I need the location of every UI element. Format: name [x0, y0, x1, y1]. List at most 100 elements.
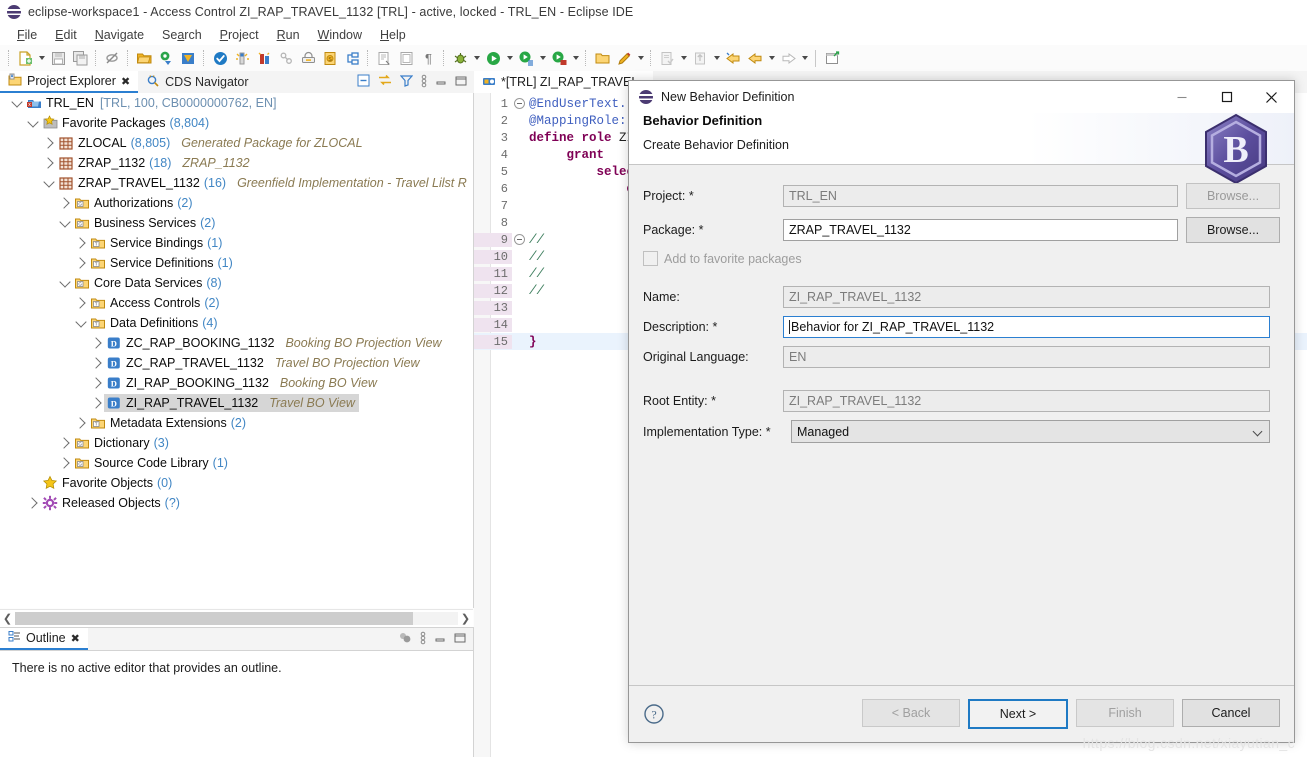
debug-icon[interactable]	[449, 47, 471, 69]
tree-item-zc-rap-travel-1132[interactable]: D ZC_RAP_TRAVEL_1132 Travel BO Projection …	[0, 353, 473, 373]
project-explorer-tree[interactable]: x TRL_EN [TRL, 100, CB0000000762, EN] Favor…	[0, 93, 474, 608]
menu-run[interactable]: Run	[268, 26, 309, 44]
close-icon[interactable]: ✖	[121, 75, 130, 88]
chevron-down-icon[interactable]	[41, 175, 57, 191]
tree-item-metadata-extensions[interactable]: T Metadata Extensions (2)	[0, 413, 473, 433]
tree-item-service-bindings[interactable]: T Service Bindings (1)	[0, 233, 473, 253]
scroll-left-button[interactable]: ❮	[0, 611, 15, 626]
tree-horizontal-scrollbar[interactable]: ❮ ❯	[0, 609, 473, 627]
export-icon[interactable]	[689, 47, 711, 69]
add-to-favorite-packages-checkbox[interactable]	[643, 251, 658, 266]
chevron-right-icon[interactable]	[73, 295, 89, 311]
maximize-button[interactable]	[1204, 81, 1249, 113]
chevron-right-icon[interactable]	[73, 235, 89, 251]
maximize-icon[interactable]	[455, 75, 467, 90]
tab-project-explorer[interactable]: Project Explorer ✖	[0, 71, 139, 93]
open-abap-object-icon[interactable]	[133, 47, 155, 69]
open-type-icon[interactable]	[591, 47, 613, 69]
sort-icon[interactable]	[398, 631, 412, 647]
chevron-right-icon[interactable]	[25, 495, 41, 511]
chevron-down-icon[interactable]	[57, 215, 73, 231]
maximize-icon[interactable]	[454, 632, 466, 647]
minimize-button[interactable]	[1159, 81, 1204, 113]
cancel-button[interactable]: Cancel	[1182, 699, 1280, 727]
release-icon[interactable]	[341, 47, 363, 69]
finish-button[interactable]: Finish	[1076, 699, 1174, 727]
close-icon[interactable]: ✖	[71, 632, 80, 645]
tree-item-authorizations[interactable]: G Authorizations (2)	[0, 193, 473, 213]
debug-dropdown-arrow[interactable]	[471, 47, 482, 69]
original-language-input[interactable]: EN	[783, 346, 1270, 368]
menu-window[interactable]: Window	[309, 26, 371, 44]
pen-dropdown-arrow[interactable]	[635, 47, 646, 69]
scroll-right-button[interactable]: ❯	[458, 611, 473, 626]
chevron-right-icon[interactable]	[57, 195, 73, 211]
tree-item-zi-rap-travel-1132[interactable]: D ZI_RAP_TRAVEL_1132 Travel BO View	[0, 393, 473, 413]
chevron-down-icon[interactable]	[73, 315, 89, 331]
chevron-right-icon[interactable]	[73, 415, 89, 431]
tree-item-dictionary[interactable]: G Dictionary (3)	[0, 433, 473, 453]
transport-icon[interactable]: S	[319, 47, 341, 69]
view-menu-icon[interactable]	[421, 74, 427, 91]
minimize-icon[interactable]	[435, 75, 447, 90]
fold-collapse-icon[interactable]	[512, 98, 526, 109]
forward-icon[interactable]	[777, 47, 799, 69]
next-button[interactable]: Next >	[968, 699, 1068, 729]
package-input[interactable]: ZRAP_TRAVEL_1132	[783, 219, 1178, 241]
project-browse-button[interactable]: Browse...	[1186, 183, 1280, 209]
chevron-down-icon[interactable]	[25, 115, 41, 131]
export-dropdown-arrow[interactable]	[711, 47, 722, 69]
tree-item-source-code-library[interactable]: G Source Code Library (1)	[0, 453, 473, 473]
menu-file[interactable]: File	[8, 26, 46, 44]
chevron-down-icon[interactable]	[9, 95, 25, 111]
tree-item-zrap-travel-1132[interactable]: ZRAP_TRAVEL_1132 (16) Greenfield Implement…	[0, 173, 473, 193]
chevron-right-icon[interactable]	[41, 155, 57, 171]
description-input[interactable]: Behavior for ZI_RAP_TRAVEL_1132	[783, 316, 1270, 338]
run-configuration-icon[interactable]	[515, 47, 537, 69]
run-console-dropdown-arrow[interactable]	[570, 47, 581, 69]
chevron-right-icon[interactable]	[57, 455, 73, 471]
import-icon[interactable]	[373, 47, 395, 69]
abap-development-object-icon[interactable]	[155, 47, 177, 69]
run-icon[interactable]	[482, 47, 504, 69]
chevron-down-icon[interactable]	[57, 275, 73, 291]
tree-item-zrap-1132[interactable]: ZRAP_1132 (18) ZRAP_1132	[0, 153, 473, 173]
back-tag-icon[interactable]	[722, 47, 744, 69]
menu-edit[interactable]: Edit	[46, 26, 86, 44]
minimize-icon[interactable]	[434, 632, 446, 647]
tree-item-business-services[interactable]: G Business Services (2)	[0, 213, 473, 233]
refresh-icon[interactable]	[275, 47, 297, 69]
menu-project[interactable]: Project	[211, 26, 268, 44]
tab-editor-access-control[interactable]: *[TRL] ZI_RAP_TRAVEL_	[474, 71, 654, 93]
chevron-right-icon[interactable]	[89, 375, 105, 391]
scroll-track[interactable]	[15, 612, 458, 625]
lock-icon[interactable]	[297, 47, 319, 69]
tree-item-core-data-services[interactable]: G Core Data Services (8)	[0, 273, 473, 293]
chevron-right-icon[interactable]	[89, 355, 105, 371]
package-browse-button[interactable]: Browse...	[1186, 217, 1280, 243]
save-icon[interactable]	[47, 47, 69, 69]
project-input[interactable]: TRL_EN	[783, 185, 1178, 207]
run-dropdown-arrow[interactable]	[504, 47, 515, 69]
link-break-icon[interactable]	[101, 47, 123, 69]
link-with-editor-icon[interactable]	[378, 74, 392, 90]
checked-doc-dropdown-arrow[interactable]	[678, 47, 689, 69]
tree-item-favorite-packages[interactable]: Favorite Packages (8,804)	[0, 113, 473, 133]
chevron-right-icon[interactable]	[57, 435, 73, 451]
scroll-thumb[interactable]	[15, 612, 413, 625]
tree-item-service-definitions[interactable]: T Service Definitions (1)	[0, 253, 473, 273]
paragraph-icon[interactable]: ¶	[417, 47, 439, 69]
root-entity-input[interactable]: ZI_RAP_TRAVEL_1132	[783, 390, 1270, 412]
activate-icon[interactable]	[209, 47, 231, 69]
open-package-icon[interactable]	[177, 47, 199, 69]
tree-item-access-controls[interactable]: T Access Controls (2)	[0, 293, 473, 313]
tree-item-favorite-objects[interactable]: Favorite Objects (0)	[0, 473, 473, 493]
close-button[interactable]	[1249, 81, 1294, 113]
tree-item-released-objects[interactable]: Released Objects (?)	[0, 493, 473, 513]
back-dropdown-arrow[interactable]	[766, 47, 777, 69]
implementation-type-select[interactable]: Managed	[791, 420, 1270, 443]
checked-document-icon[interactable]	[656, 47, 678, 69]
chevron-right-icon[interactable]	[41, 135, 57, 151]
back-button[interactable]: < Back	[862, 699, 960, 727]
run-config-dropdown-arrow[interactable]	[537, 47, 548, 69]
